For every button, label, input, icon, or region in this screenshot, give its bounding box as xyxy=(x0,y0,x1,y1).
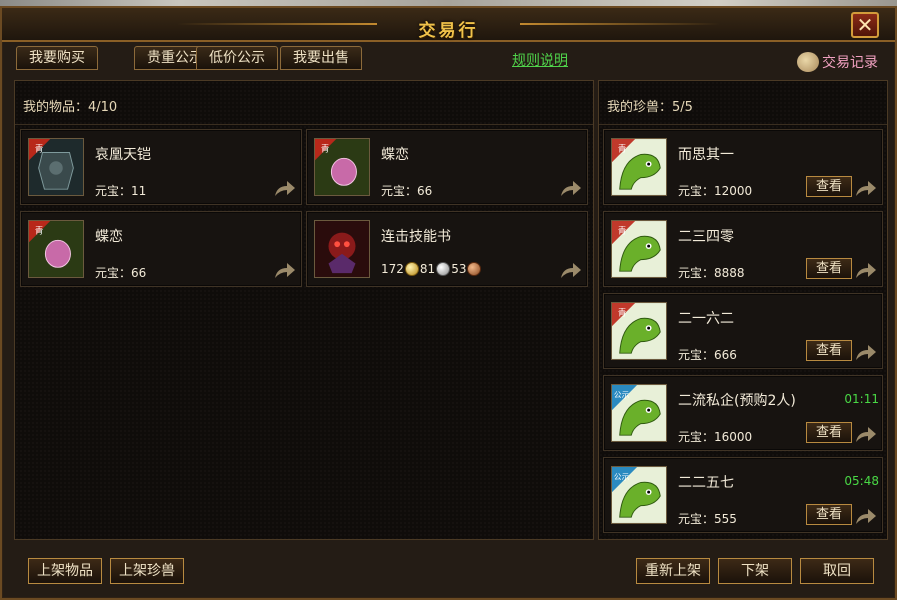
view-button[interactable]: 查看 xyxy=(806,422,852,443)
trade-record-button[interactable]: 交易记录 xyxy=(797,50,878,74)
my-items-count: 我的物品：4/10 xyxy=(23,100,118,115)
pet-card[interactable]: 青 二一六二 元宝：666 查看 xyxy=(603,293,883,369)
pet-icon: 青 xyxy=(611,302,667,360)
svg-text:公示: 公示 xyxy=(614,473,630,482)
item-name: 哀凰天铠 xyxy=(95,147,151,163)
item-price: 元宝：66 xyxy=(381,184,433,198)
share-arrow-icon[interactable] xyxy=(559,178,583,198)
share-arrow-icon[interactable] xyxy=(854,260,878,280)
svg-text:青: 青 xyxy=(321,143,330,155)
view-button[interactable]: 查看 xyxy=(806,340,852,361)
my-items-header: 我的物品：4/10 xyxy=(15,81,593,125)
list-pet-button[interactable]: 上架珍兽 xyxy=(110,558,184,584)
gem-icon: 青 xyxy=(314,138,370,196)
title-bar: 交易行 ✕ xyxy=(2,8,895,42)
view-button[interactable]: 查看 xyxy=(806,258,852,279)
window-title: 交易行 xyxy=(418,21,479,41)
pet-name: 二流私企(预购2人) xyxy=(678,393,796,409)
silver-amount: 81 xyxy=(419,262,436,276)
pet-timer: 01:11 xyxy=(844,392,879,406)
view-button[interactable]: 查看 xyxy=(806,176,852,197)
svg-text:青: 青 xyxy=(618,143,627,155)
my-pets-panel: 我的珍兽：5/5 青 而思其一 元宝：12000 查看 青 二三四零 元宝：88… xyxy=(598,80,888,540)
my-items-panel: 我的物品：4/10 青 哀凰天铠 元宝：11 青 蝶恋 元宝：66 青 蝶恋 元… xyxy=(14,80,594,540)
skill-book-icon xyxy=(314,220,370,278)
item-card[interactable]: 青 哀凰天铠 元宝：11 xyxy=(20,129,302,205)
item-coin-price: 172 81 53 xyxy=(381,262,482,276)
armor-icon: 青 xyxy=(28,138,84,196)
pet-name: 而思其一 xyxy=(678,147,734,163)
pet-card[interactable]: 青 而思其一 元宝：12000 查看 xyxy=(603,129,883,205)
pet-price: 元宝：12000 xyxy=(678,184,753,198)
gold-amount: 172 xyxy=(381,262,404,276)
item-price: 元宝：66 xyxy=(95,266,147,280)
item-price: 元宝：11 xyxy=(95,184,147,198)
tab-sell[interactable]: 我要出售 xyxy=(280,46,362,70)
item-name: 蝶恋 xyxy=(95,229,123,245)
close-button[interactable]: ✕ xyxy=(851,12,879,38)
pet-icon: 公示 xyxy=(611,466,667,524)
list-item-button[interactable]: 上架物品 xyxy=(28,558,102,584)
pet-name: 二一六二 xyxy=(678,311,734,327)
pet-name: 二三四零 xyxy=(678,229,734,245)
pet-card[interactable]: 公示 二流私企(预购2人) 01:11 元宝：16000 查看 xyxy=(603,375,883,451)
item-card[interactable]: 青 蝶恋 元宝：66 xyxy=(306,129,588,205)
retrieve-button[interactable]: 取回 xyxy=(800,558,874,584)
gold-coin-icon xyxy=(404,262,419,276)
svg-text:青: 青 xyxy=(35,143,44,155)
pet-icon: 公示 xyxy=(611,384,667,442)
trade-window: 交易行 ✕ 我要购买 贵重公示 低价公示 我要出售 规则说明 交易记录 我的物品… xyxy=(0,6,897,600)
svg-text:青: 青 xyxy=(618,225,627,237)
copper-amount: 53 xyxy=(451,262,467,276)
item-name: 蝶恋 xyxy=(381,147,409,163)
pet-price: 元宝：16000 xyxy=(678,430,753,444)
svg-text:青: 青 xyxy=(618,307,627,319)
trade-record-label: 交易记录 xyxy=(822,55,878,71)
pet-price: 元宝：8888 xyxy=(678,266,745,280)
view-button[interactable]: 查看 xyxy=(806,504,852,525)
share-arrow-icon[interactable] xyxy=(273,178,297,198)
svg-text:公示: 公示 xyxy=(614,391,630,400)
silver-coin-icon xyxy=(436,262,451,276)
rules-link[interactable]: 规则说明 xyxy=(512,50,568,70)
delist-button[interactable]: 下架 xyxy=(718,558,792,584)
my-pets-header: 我的珍兽：5/5 xyxy=(599,81,887,125)
copper-coin-icon xyxy=(467,262,482,276)
my-pets-count: 我的珍兽：5/5 xyxy=(607,100,693,115)
pet-price: 元宝：555 xyxy=(678,512,737,526)
pet-icon: 青 xyxy=(611,220,667,278)
item-name: 连击技能书 xyxy=(381,229,451,245)
pet-card[interactable]: 青 二三四零 元宝：8888 查看 xyxy=(603,211,883,287)
svg-text:青: 青 xyxy=(35,225,44,237)
pet-name: 二二五七 xyxy=(678,475,734,491)
tab-buy[interactable]: 我要购买 xyxy=(16,46,98,70)
share-arrow-icon[interactable] xyxy=(854,178,878,198)
item-card[interactable]: 青 蝶恋 元宝：66 xyxy=(20,211,302,287)
pet-icon: 青 xyxy=(611,138,667,196)
scroll-icon xyxy=(797,52,819,72)
share-arrow-icon[interactable] xyxy=(854,342,878,362)
share-arrow-icon[interactable] xyxy=(854,506,878,526)
pet-timer: 05:48 xyxy=(844,474,879,488)
tab-lowprice-notice[interactable]: 低价公示 xyxy=(196,46,278,70)
relist-button[interactable]: 重新上架 xyxy=(636,558,710,584)
gem-icon: 青 xyxy=(28,220,84,278)
pet-card[interactable]: 公示 二二五七 05:48 元宝：555 查看 xyxy=(603,457,883,533)
pet-price: 元宝：666 xyxy=(678,348,737,362)
item-card[interactable]: 连击技能书 172 81 53 xyxy=(306,211,588,287)
share-arrow-icon[interactable] xyxy=(273,260,297,280)
share-arrow-icon[interactable] xyxy=(559,260,583,280)
share-arrow-icon[interactable] xyxy=(854,424,878,444)
